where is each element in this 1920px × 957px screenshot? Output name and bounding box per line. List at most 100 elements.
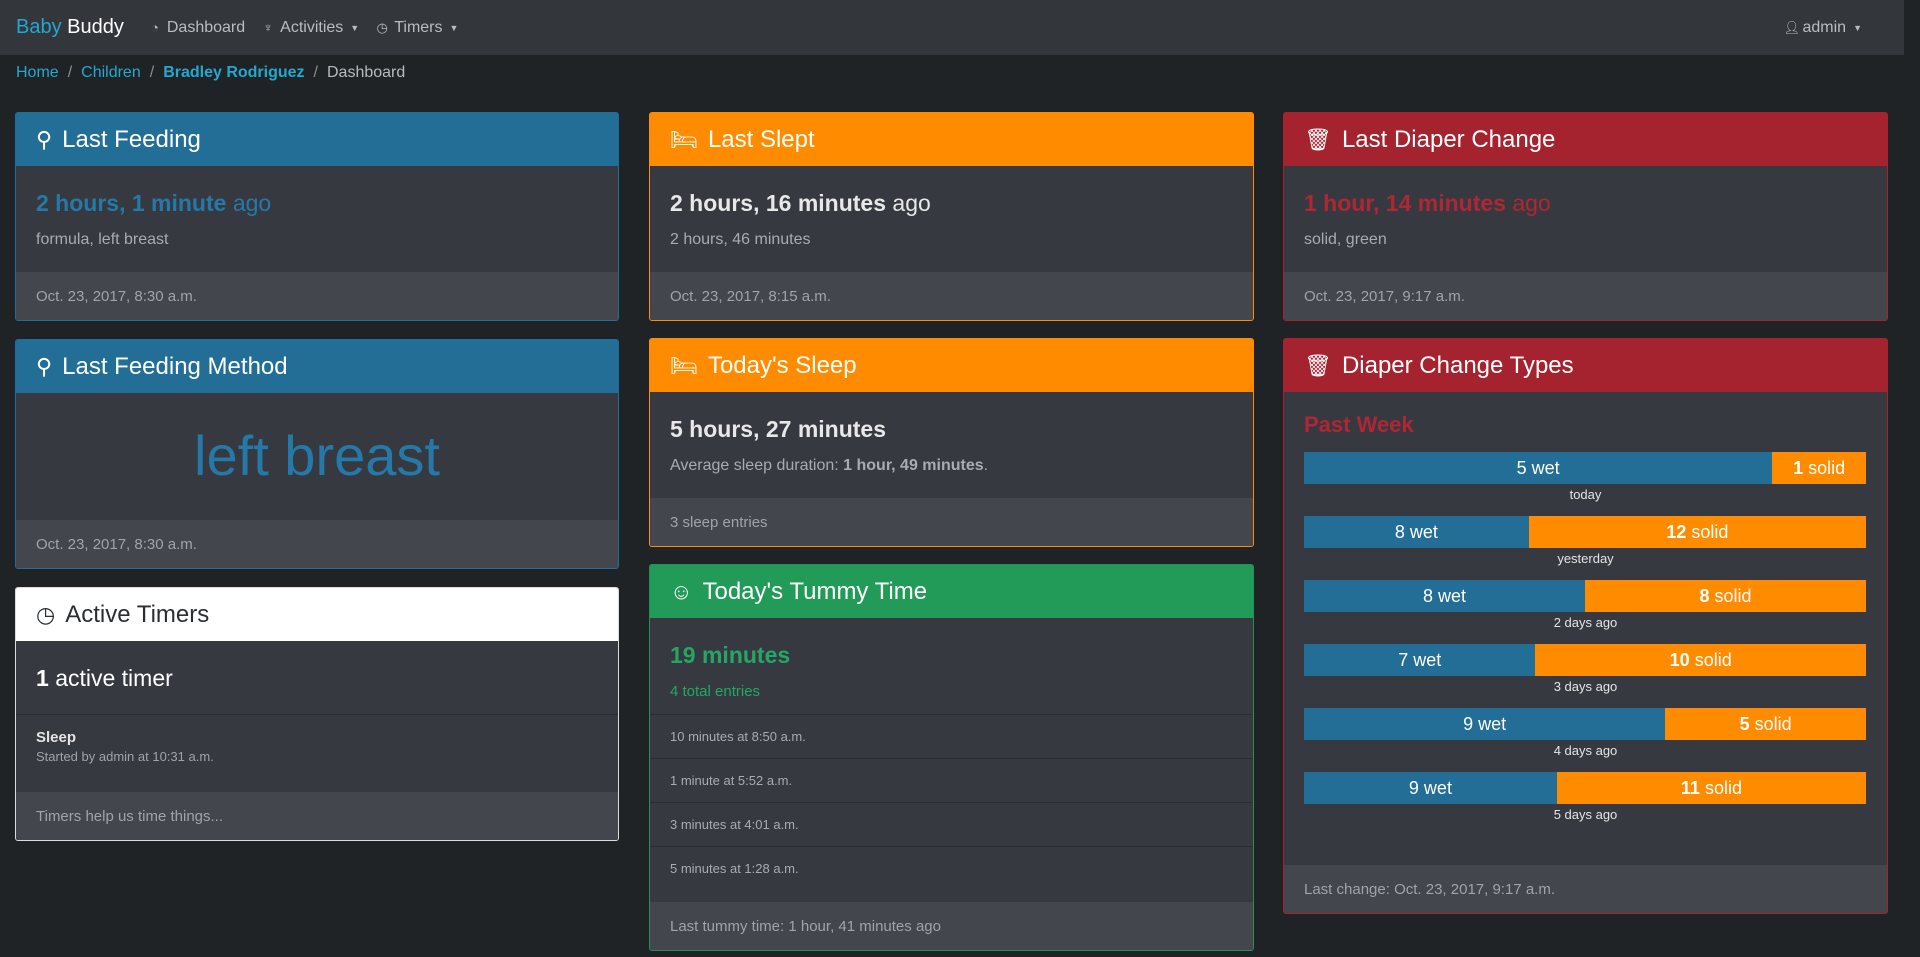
card-footer: Timers help us time things...: [16, 792, 618, 840]
card-header: 🗑︎ Last Diaper Change: [1284, 113, 1887, 166]
brand-logo[interactable]: Baby Buddy: [16, 16, 124, 39]
diaper-bar-label: 5 days ago: [1553, 807, 1618, 822]
diaper-bar: 7 wet 10 solid: [1304, 644, 1866, 676]
sleep-average: Average sleep duration: 1 hour, 49 minut…: [670, 457, 1233, 475]
last-feeding-time: 2 hours, 1 minute ago: [36, 190, 598, 217]
avg-prefix: Average sleep duration:: [670, 457, 844, 474]
diaper-bar: 8 wet 8 solid: [1304, 580, 1866, 612]
last-feeding-method-card: ⚲ Last Feeding Method left breast Oct. 2…: [15, 339, 619, 569]
nav-timers-label: Timers: [394, 18, 443, 36]
diaper-bar-row: 9 wet 11 solid 5 days ago: [1304, 772, 1867, 822]
diaper-bars: 5 wet 1 solid today 8 wet 12 solid yesterday 8 w…: [1304, 452, 1867, 822]
sleep-duration: 2 hours, 46 minutes: [670, 231, 811, 248]
diaper-bar-row: 7 wet 10 solid 3 days ago: [1304, 644, 1867, 694]
sleep-total: 5 hours, 27 minutes: [670, 416, 887, 442]
solid-segment: 5 solid: [1665, 708, 1866, 740]
active-timer-count: 1 active timer: [36, 665, 598, 692]
wet-segment: 8 wet: [1304, 580, 1585, 612]
list-item: 3 minutes at 4:01 a.m.: [650, 802, 1253, 846]
timer-list-item[interactable]: Sleep Started by admin at 10:31 a.m.: [16, 714, 618, 778]
bed-icon: 🛏︎: [670, 352, 698, 378]
brand-part2: Buddy: [67, 16, 124, 38]
time-suffix: ago: [1512, 190, 1551, 216]
card-header: ⚲ Last Feeding: [16, 113, 618, 166]
card-body: Past Week 5 wet 1 solid today 8 wet 12 solid ye…: [1284, 392, 1887, 856]
card-body: 5 hours, 27 minutes Average sleep durati…: [650, 392, 1253, 495]
avg-value: 1 hour, 49 minutes: [843, 457, 984, 474]
breadcrumb-child[interactable]: Bradley Rodriguez: [163, 64, 304, 82]
diaper-details: solid, green: [1304, 231, 1387, 248]
card-title: Last Feeding Method: [62, 352, 288, 380]
card-footer: Oct. 23, 2017, 8:15 a.m.: [650, 272, 1253, 320]
diaper-types-card: 🗑︎ Diaper Change Types Past Week 5 wet 1 s…: [1283, 338, 1888, 914]
solid-segment: 11 solid: [1556, 772, 1866, 804]
bed-icon: 🛏︎: [670, 126, 698, 152]
feeding-method-value: left breast: [194, 424, 440, 487]
diaper-bar-label: 4 days ago: [1553, 743, 1618, 758]
card-header: 🛏︎ Last Slept: [650, 113, 1253, 166]
list-item: 1 minute at 5:52 a.m.: [650, 758, 1253, 802]
tummy-total: 19 minutes: [670, 642, 791, 668]
diaper-bar-label: yesterday: [1557, 551, 1614, 566]
feeding-details: formula, left breast: [36, 231, 169, 248]
card-body: 19 minutes 4 total entries: [650, 618, 1253, 714]
card-footer: 3 sleep entries: [650, 498, 1253, 546]
breadcrumb-children[interactable]: Children: [81, 64, 141, 82]
diaper-bar-label: 3 days ago: [1553, 679, 1618, 694]
last-feeding-card: ⚲ Last Feeding 2 hours, 1 minute ago for…: [15, 112, 619, 321]
last-slept-time: 2 hours, 16 minutes ago: [670, 190, 1233, 217]
card-title: Last Diaper Change: [1341, 125, 1556, 153]
card-body: 2 hours, 1 minute ago formula, left brea…: [16, 166, 618, 269]
card-header: ◷ Active Timers: [16, 588, 618, 641]
breadcrumb-home[interactable]: Home: [16, 64, 59, 82]
nav-activities[interactable]: ♆ Activities ▼: [261, 19, 359, 37]
breadcrumb-separator: /: [149, 64, 155, 81]
user-menu[interactable]: 👤︎ admin ▼: [1784, 19, 1863, 37]
diaper-bar: 9 wet 11 solid: [1304, 772, 1866, 804]
last-diaper-time: 1 hour, 14 minutes ago: [1304, 190, 1867, 217]
diaper-bar-label: today: [1569, 487, 1602, 502]
solid-segment: 10 solid: [1535, 644, 1866, 676]
time-value: 2 hours, 16 minutes: [670, 190, 887, 216]
wet-segment: 5 wet: [1304, 452, 1773, 484]
chevron-down-icon: ▼: [1853, 22, 1862, 33]
timer-count-value: 1: [36, 665, 49, 691]
last-diaper-card: 🗑︎ Last Diaper Change 1 hour, 14 minutes…: [1283, 112, 1888, 321]
breadcrumb-separator: /: [67, 64, 73, 81]
timer-started: Started by admin at 10:31 a.m.: [36, 749, 214, 764]
activities-icon: ♆: [263, 20, 274, 35]
active-timers-card: ◷ Active Timers 1 active timer Sleep Sta…: [15, 587, 619, 841]
diaper-bar: 9 wet 5 solid: [1304, 708, 1866, 740]
solid-segment: 1 solid: [1772, 452, 1866, 484]
diaper-bar-row: 9 wet 5 solid 4 days ago: [1304, 708, 1867, 758]
trash-icon: 🗑︎: [1304, 126, 1332, 152]
card-title: Today's Tummy Time: [702, 577, 928, 605]
user-icon: 👤︎: [1783, 19, 1801, 35]
user-name: admin: [1802, 18, 1847, 36]
wet-segment: 8 wet: [1304, 516, 1529, 548]
last-slept-card: 🛏︎ Last Slept 2 hours, 16 minutes ago 2 …: [649, 112, 1254, 321]
wet-segment: 9 wet: [1304, 708, 1666, 740]
diaper-bar-row: 8 wet 8 solid 2 days ago: [1304, 580, 1867, 630]
card-body: 1 active timer: [16, 641, 618, 714]
card-title: Today's Sleep: [707, 351, 857, 379]
spoon-icon: ⚲: [36, 126, 53, 152]
card-body: 2 hours, 16 minutes ago 2 hours, 46 minu…: [650, 166, 1253, 269]
smile-icon: ☺: [670, 578, 693, 604]
diaper-bar: 8 wet 12 solid: [1304, 516, 1866, 548]
todays-sleep-card: 🛏︎ Today's Sleep 5 hours, 27 minutes Ave…: [649, 338, 1254, 547]
tummy-entries: 4 total entries: [670, 683, 761, 700]
time-value: 1 hour, 14 minutes: [1304, 190, 1506, 216]
dashboard-icon: ◔: [150, 20, 159, 35]
card-title: Last Feeding: [62, 125, 201, 153]
nav-dashboard-label: Dashboard: [166, 18, 246, 36]
top-navbar: Baby Buddy ◔ Dashboard ♆ Activities ▼ ◷ …: [0, 0, 1904, 55]
solid-segment: 12 solid: [1528, 516, 1866, 548]
time-suffix: ago: [892, 190, 931, 216]
diaper-bar-row: 8 wet 12 solid yesterday: [1304, 516, 1867, 566]
nav-timers[interactable]: ◷ Timers ▼: [375, 18, 459, 37]
card-footer: Oct. 23, 2017, 8:30 a.m.: [16, 272, 618, 320]
card-footer: Last tummy time: 1 hour, 41 minutes ago: [650, 902, 1253, 950]
card-header: ⚲ Last Feeding Method: [16, 340, 618, 393]
nav-dashboard[interactable]: ◔ Dashboard: [148, 19, 245, 37]
